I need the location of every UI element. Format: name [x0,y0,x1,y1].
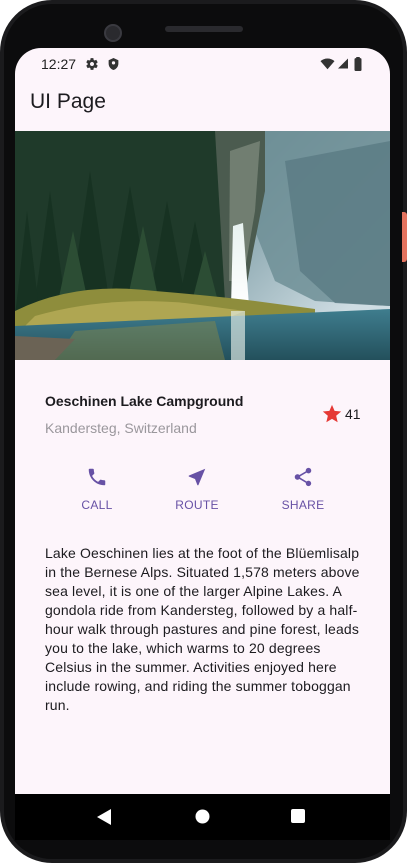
power-button [402,212,407,262]
navigation-icon [188,468,206,486]
star-icon [322,404,342,423]
share-label: SHARE [281,498,325,512]
signal-icon [338,58,348,69]
gear-icon [86,58,98,70]
call-label: CALL [81,498,113,512]
home-icon[interactable] [195,809,210,824]
front-camera [104,24,122,42]
phone-frame: 12:27 UI Page Oeschinen Lake Campground … [0,0,407,863]
recents-icon[interactable] [291,809,305,823]
wifi-icon [320,58,335,70]
description-text: Lake Oeschinen lies at the foot of the B… [45,545,360,713]
route-button[interactable]: ROUTE [157,466,237,512]
call-button[interactable]: CALL [57,466,137,512]
lake-landscape-image [15,131,390,360]
place-location: Kandersteg, Switzerland [45,420,197,436]
system-nav-bar [15,794,390,840]
earpiece-speaker [165,26,243,32]
status-time: 12:27 [41,56,77,72]
phone-icon [88,468,106,486]
share-icon [294,467,312,487]
rating[interactable]: 41 [321,403,361,425]
app-bar-title: UI Page [30,90,106,113]
place-title: Oeschinen Lake Campground [45,393,244,409]
battery-icon [354,57,362,71]
hero-image [15,131,390,360]
back-icon[interactable] [97,809,111,825]
rating-count: 41 [345,406,361,422]
status-bar: 12:27 [15,48,390,80]
shield-icon [108,58,119,70]
route-label: ROUTE [175,498,219,512]
screen: 12:27 UI Page Oeschinen Lake Campground … [15,48,390,830]
share-button[interactable]: SHARE [263,466,343,512]
